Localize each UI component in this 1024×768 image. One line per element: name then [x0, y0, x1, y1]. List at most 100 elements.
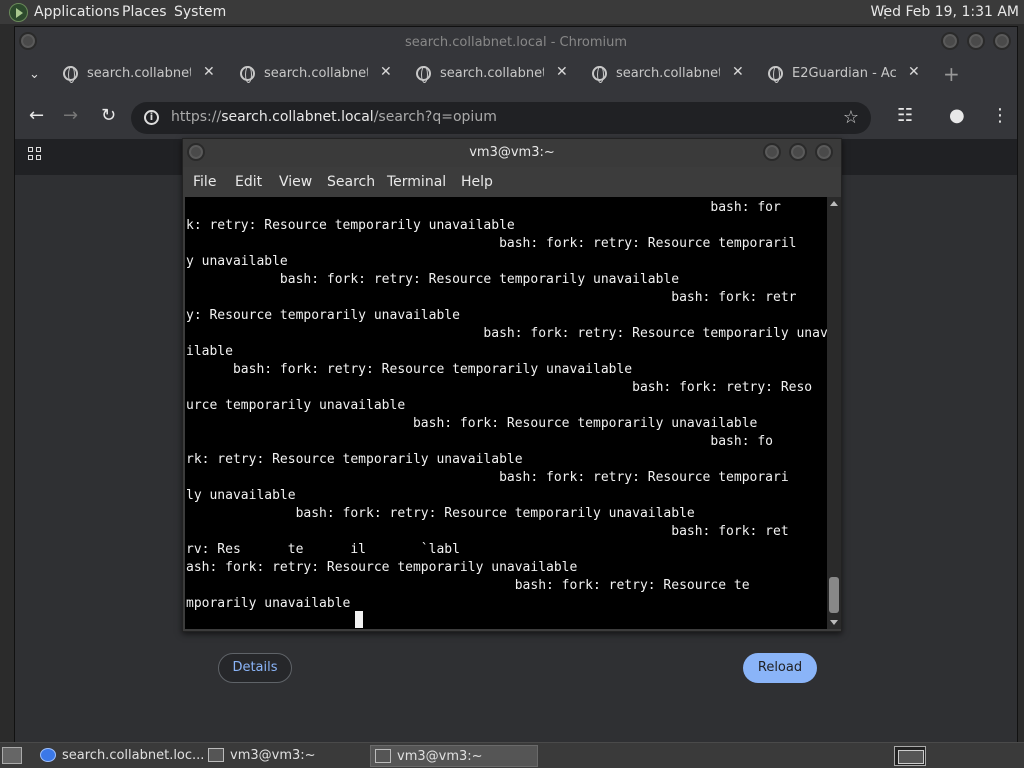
- taskbar-label: vm3@vm3:~: [397, 749, 483, 764]
- globe-icon: [416, 66, 431, 83]
- tab-close-icon[interactable]: ✕: [732, 64, 744, 80]
- browser-tab-4[interactable]: search.collabnet.l ✕: [592, 64, 752, 90]
- maximize-icon[interactable]: [967, 32, 985, 50]
- places-menu[interactable]: Places: [122, 4, 167, 20]
- tab-title: search.collabnet.l: [616, 66, 720, 81]
- terminal-line: bash: fork: retry: Resource temporarily …: [186, 506, 695, 521]
- bottom-taskbar: search.collabnet.loc... vm3@vm3:~ vm3@vm…: [0, 742, 1024, 768]
- forward-arrow-icon[interactable]: →: [63, 107, 78, 125]
- address-bar[interactable]: i https://search.collabnet.local/search?…: [131, 102, 871, 134]
- url-host: search.collabnet.local: [221, 109, 374, 125]
- help-menu[interactable]: Help: [461, 174, 493, 190]
- terminal-line: rv: Res te il `labl: [186, 542, 460, 557]
- tab-close-icon[interactable]: ✕: [556, 64, 568, 80]
- file-menu[interactable]: File: [193, 174, 216, 190]
- terminal-icon: [375, 749, 391, 763]
- terminal-line: bash: fork: ret: [186, 524, 789, 539]
- globe-icon: [240, 66, 255, 83]
- terminal-line: bash: for: [186, 200, 781, 215]
- applications-menu[interactable]: Applications: [34, 4, 120, 20]
- terminal-line: k: retry: Resource temporarily unavailab…: [186, 218, 515, 233]
- tab-search-dropdown-icon[interactable]: ⌄: [29, 67, 40, 82]
- terminal-line: urce temporarily unavailable: [186, 398, 406, 413]
- back-arrow-icon[interactable]: ←: [29, 107, 44, 125]
- terminal-line: ash: fork: retry: Resource temporarily u…: [186, 560, 578, 575]
- taskbar-label: vm3@vm3:~: [230, 748, 316, 763]
- profile-avatar-icon[interactable]: ●: [949, 107, 965, 125]
- site-info-icon[interactable]: i: [144, 110, 159, 125]
- close-window-icon[interactable]: [815, 143, 833, 161]
- terminal-line: bash: fork: retry: Resource temporarily …: [186, 362, 633, 377]
- terminal-scrollbar[interactable]: [827, 197, 841, 629]
- bookmark-star-icon[interactable]: ☆: [843, 107, 859, 128]
- extensions-puzzle-icon[interactable]: ☷: [897, 107, 913, 125]
- terminal-titlebar[interactable]: vm3@vm3:~: [183, 139, 841, 167]
- terminal-line: bash: fork: retry: Reso: [186, 380, 813, 395]
- new-tab-button[interactable]: +: [943, 62, 960, 86]
- terminal-menubar: File Edit View Search Terminal Help: [183, 167, 841, 197]
- show-desktop-icon[interactable]: [2, 747, 22, 764]
- globe-icon: [768, 66, 783, 83]
- terminal-line: y: Resource temporarily unavailable: [186, 308, 460, 323]
- tab-close-icon[interactable]: ✕: [380, 64, 392, 80]
- details-button[interactable]: Details: [218, 653, 292, 683]
- terminal-line: bash: fork: retr: [186, 290, 797, 305]
- globe-icon: [63, 66, 78, 83]
- browser-tab-3[interactable]: search.collabnet.l ✕: [416, 64, 576, 90]
- system-menu[interactable]: System: [174, 4, 226, 20]
- terminal-title: vm3@vm3:~: [469, 145, 555, 160]
- panel-clock[interactable]: Wed Feb 19, 1:31 AM: [871, 4, 1019, 20]
- scroll-down-arrow-icon[interactable]: [830, 620, 838, 625]
- chromium-titlebar[interactable]: search.collabnet.local - Chromium: [15, 27, 1017, 57]
- terminal-line: bash: fork: retry: Resource temporaril: [186, 236, 797, 251]
- maximize-icon[interactable]: [789, 143, 807, 161]
- tab-close-icon[interactable]: ✕: [908, 64, 920, 80]
- edit-menu[interactable]: Edit: [235, 174, 262, 190]
- terminal-line: mporarily unavailable: [186, 596, 351, 611]
- terminal-icon: [208, 748, 224, 762]
- apps-grid-icon[interactable]: [28, 147, 42, 161]
- browser-tab-2[interactable]: search.collabnet.l ✕: [240, 64, 400, 90]
- terminal-line: bash: fork: retry: Resource temporari: [186, 470, 789, 485]
- terminal-line: bash: fork: retry: Resource temporarily …: [186, 272, 680, 287]
- tab-title: search.collabnet.l: [264, 66, 368, 81]
- terminal-line: rk: retry: Resource temporarily unavaila…: [186, 452, 523, 467]
- terminal-line: ly unavailable: [186, 488, 296, 503]
- workspace-switcher[interactable]: [894, 746, 926, 766]
- tab-title: E2Guardian - Acc: [792, 66, 896, 81]
- terminal-line: bash: fork: retry: Resource temporarily …: [186, 326, 827, 341]
- terminal-line: y unavailable: [186, 254, 288, 269]
- tab-title: search.collabnet.l: [87, 66, 191, 81]
- distro-logo-icon[interactable]: [9, 3, 28, 22]
- chromium-icon: [40, 748, 56, 762]
- scroll-up-arrow-icon[interactable]: [830, 201, 838, 206]
- tab-strip: ⌄ search.collabnet.l ✕ search.collabnet.…: [15, 57, 1017, 95]
- top-panel: Applications Places System Wed Feb 19, 1…: [0, 0, 1024, 24]
- scrollbar-thumb[interactable]: [829, 577, 839, 613]
- kebab-menu-icon[interactable]: ⋮: [991, 107, 1009, 125]
- taskbar-label: search.collabnet.loc...: [62, 748, 205, 763]
- search-menu[interactable]: Search: [327, 174, 375, 190]
- minimize-icon[interactable]: [941, 32, 959, 50]
- globe-icon: [592, 66, 607, 83]
- taskbar-item-chromium[interactable]: search.collabnet.loc...: [36, 745, 205, 767]
- url-text[interactable]: https://search.collabnet.local/search?q=…: [171, 109, 497, 125]
- view-menu[interactable]: View: [279, 174, 312, 190]
- reload-button[interactable]: Reload: [743, 653, 817, 683]
- chromium-window-title: search.collabnet.local - Chromium: [404, 35, 628, 50]
- close-window-icon[interactable]: [993, 32, 1011, 50]
- reload-icon[interactable]: ↻: [101, 107, 116, 125]
- minimize-icon[interactable]: [763, 143, 781, 161]
- terminal-window: vm3@vm3:~ File Edit View Search Terminal…: [182, 138, 842, 632]
- terminal-line: bash: fo: [186, 434, 773, 449]
- browser-tab-5[interactable]: E2Guardian - Acc ✕: [768, 64, 928, 90]
- tab-title: search.collabnet.l: [440, 66, 544, 81]
- terminal-menu[interactable]: Terminal: [387, 174, 446, 190]
- url-prefix: https://: [171, 109, 222, 125]
- browser-tab-1[interactable]: search.collabnet.l ✕: [63, 64, 223, 90]
- terminal-screen[interactable]: bash: for k: retry: Resource temporarily …: [185, 197, 827, 629]
- terminal-line: ilable: [186, 344, 233, 359]
- tab-close-icon[interactable]: ✕: [203, 64, 215, 80]
- taskbar-item-terminal-1[interactable]: vm3@vm3:~: [204, 745, 368, 767]
- taskbar-item-terminal-2[interactable]: vm3@vm3:~: [370, 745, 538, 767]
